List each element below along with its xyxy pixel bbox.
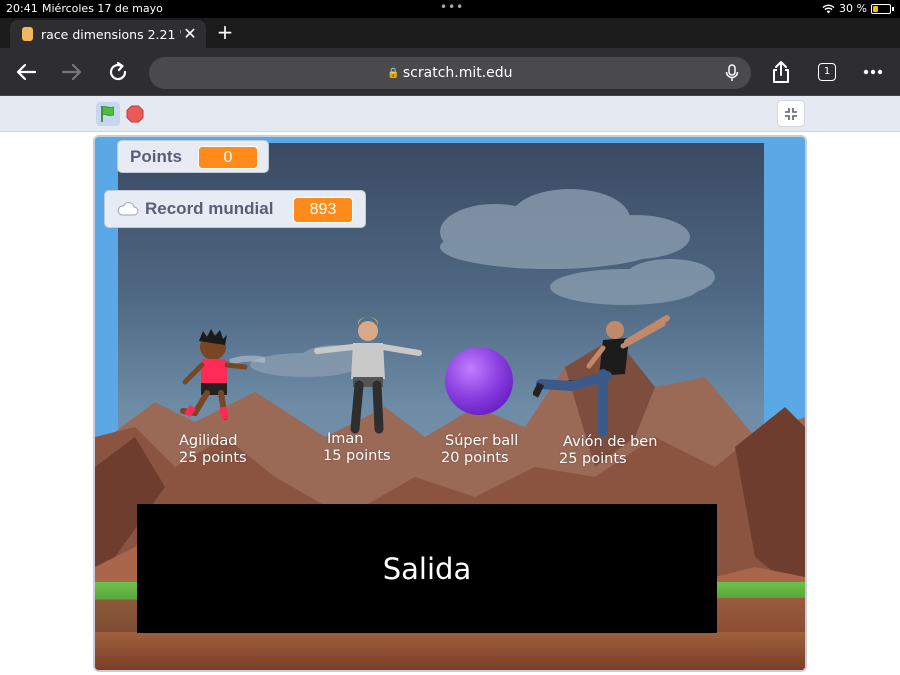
- agilidad-sprite[interactable]: [175, 327, 265, 427]
- tab-bar: race dimensions 2.21 "Sł ✕ +: [0, 18, 900, 48]
- more-menu-icon[interactable]: [859, 58, 887, 86]
- browser-tab[interactable]: race dimensions 2.21 "Sł ✕: [10, 20, 206, 48]
- green-flag-icon[interactable]: [96, 102, 120, 126]
- stage-backdrop: Points 0 Record mundial 893 Agilidad 25 …: [95, 137, 805, 670]
- new-tab-icon[interactable]: +: [214, 21, 236, 43]
- forward-icon[interactable]: [58, 58, 86, 86]
- status-bar: 20:41 Miércoles 17 de mayo ••• 30 %: [0, 0, 900, 18]
- avion-de-ben-sprite[interactable]: [533, 312, 673, 437]
- battery-level: [873, 5, 878, 12]
- avion-de-ben-label: Avión de ben 25 points: [559, 434, 657, 468]
- multitasking-dots-icon[interactable]: •••: [440, 0, 464, 14]
- browser-toolbar: 🔒 scratch.mit.edu 1: [0, 48, 900, 96]
- lock-icon: 🔒: [387, 67, 400, 79]
- iman-sprite[interactable]: [313, 317, 423, 437]
- cloud-icon: [117, 202, 139, 216]
- scratch-stage[interactable]: Points 0 Record mundial 893 Agilidad 25 …: [93, 135, 807, 672]
- points-monitor[interactable]: Points 0: [117, 140, 269, 173]
- tab-count: 1: [818, 63, 836, 81]
- battery-icon: [871, 3, 891, 14]
- agilidad-label: Agilidad 25 points: [179, 433, 247, 467]
- battery-percent: 30 %: [839, 2, 867, 15]
- tab-title: race dimensions 2.21 "Sł: [41, 26, 181, 42]
- scratch-favicon-icon: [22, 27, 33, 41]
- status-date: Miércoles 17 de mayo: [42, 2, 163, 15]
- points-label: Points: [130, 146, 182, 166]
- super-ball-label: Súper ball 20 points: [441, 433, 518, 467]
- record-monitor[interactable]: Record mundial 893: [104, 190, 366, 228]
- character-points: 20 points: [441, 450, 509, 466]
- record-label: Record mundial: [145, 199, 274, 218]
- iman-label: Iman 15 points: [323, 431, 391, 465]
- salida-button[interactable]: Salida: [137, 504, 717, 633]
- battery-cap: [892, 6, 894, 11]
- back-icon[interactable]: [12, 58, 40, 86]
- character-name: Iman: [327, 431, 364, 447]
- stop-icon[interactable]: [126, 105, 144, 123]
- url-text: scratch.mit.edu: [402, 65, 513, 81]
- character-name: Súper ball: [445, 433, 519, 449]
- reload-icon[interactable]: [104, 58, 132, 86]
- status-indicators: 30 %: [822, 2, 894, 15]
- scratch-player-controls: [0, 96, 900, 132]
- dirt-ground: [95, 632, 805, 670]
- tabs-overview-button[interactable]: 1: [813, 58, 841, 86]
- character-name: Agilidad: [179, 433, 238, 449]
- character-points: 15 points: [323, 448, 391, 464]
- address-bar[interactable]: 🔒 scratch.mit.edu: [149, 57, 751, 89]
- status-time: 20:41: [6, 2, 38, 15]
- record-value: 893: [293, 197, 353, 223]
- share-icon[interactable]: [767, 58, 795, 86]
- microphone-icon[interactable]: [725, 64, 739, 82]
- character-name: Avión de ben: [563, 434, 658, 450]
- exit-fullscreen-icon[interactable]: [777, 100, 805, 127]
- super-ball-sprite[interactable]: [443, 345, 515, 417]
- character-points: 25 points: [179, 450, 247, 466]
- wifi-icon: [822, 4, 835, 13]
- character-points: 25 points: [559, 451, 627, 467]
- points-value: 0: [198, 146, 258, 169]
- close-tab-icon[interactable]: ✕: [180, 24, 200, 44]
